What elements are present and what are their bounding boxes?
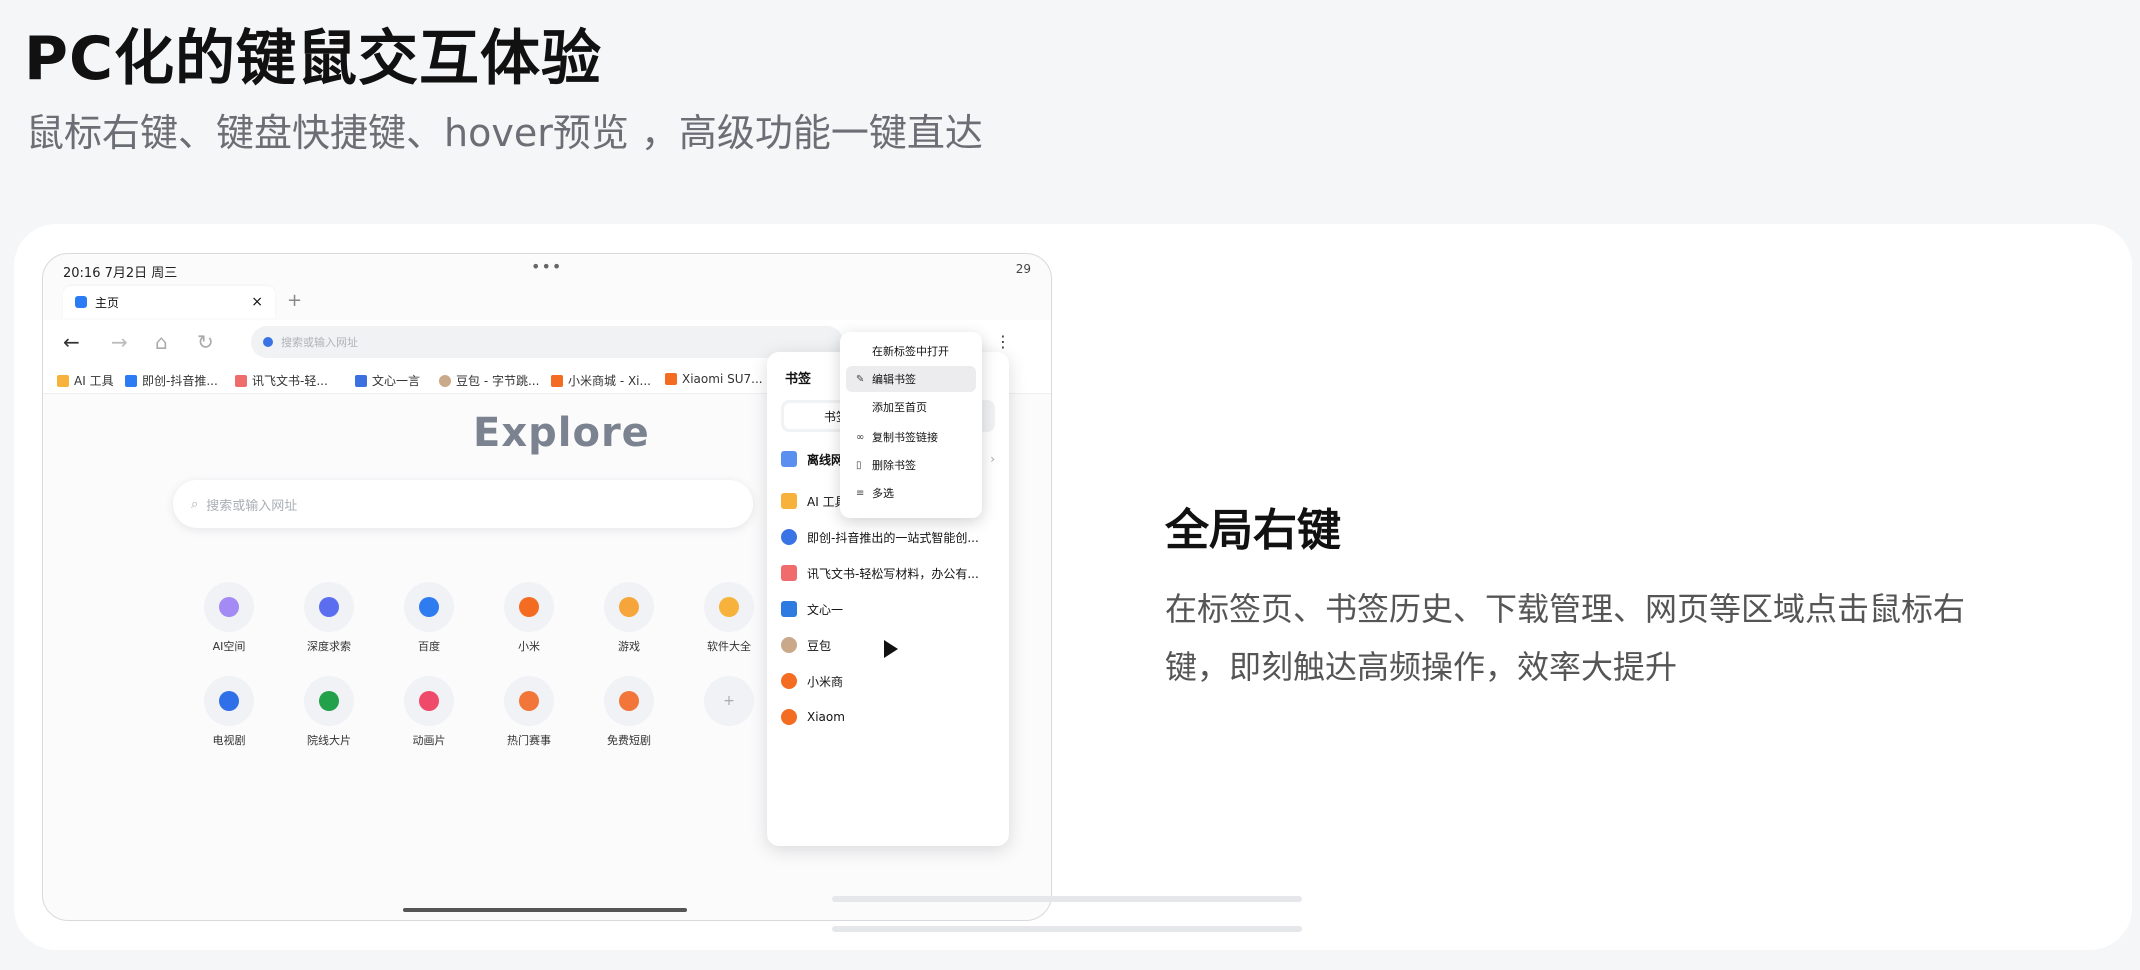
app-shortcut[interactable]: 小米: [489, 582, 569, 654]
forward-icon[interactable]: →: [111, 330, 128, 354]
search-engine-icon: [263, 337, 273, 347]
xiaomi-icon: [781, 673, 797, 689]
site-icon: [355, 374, 367, 387]
bookmark-bar-item[interactable]: 文心一言: [355, 372, 420, 389]
bookmark-bar-item[interactable]: 即创-抖音推...: [125, 372, 218, 389]
back-icon[interactable]: ←: [63, 330, 80, 354]
list-item[interactable]: Xiaom: [781, 702, 995, 732]
baidu-icon: [419, 597, 439, 617]
mouse-cursor-icon: [884, 640, 898, 658]
feature-description: 在标签页、书签历史、下载管理、网页等区域点击鼠标右键，即刻触达高频操作，效率大提…: [1165, 590, 1966, 686]
new-tab-icon[interactable]: +: [287, 290, 302, 311]
app-shortcut[interactable]: 软件大全: [689, 582, 769, 654]
bookmark-bar-item[interactable]: 讯飞文书-轻...: [235, 372, 328, 389]
list-item[interactable]: 文心一: [781, 594, 995, 624]
search-input[interactable]: ⌕ 搜索或输入网址: [173, 480, 753, 528]
site-icon: [781, 601, 797, 617]
explore-logo: Explore: [473, 410, 650, 456]
plus-icon: +: [723, 693, 735, 709]
avatar-icon: [439, 374, 451, 387]
folder-icon: [781, 451, 797, 467]
list-icon: ≡: [856, 487, 865, 499]
ai-space-icon: [219, 597, 239, 617]
tab-home[interactable]: 主页 ×: [63, 286, 275, 318]
more-dots-icon[interactable]: •••: [531, 257, 562, 276]
address-bar[interactable]: 搜索或输入网址: [251, 326, 843, 358]
site-icon: [235, 374, 247, 387]
tab-label: 主页: [95, 295, 120, 310]
list-item[interactable]: 讯飞文书-轻松写材料，办公有...: [781, 558, 995, 588]
xiaomi-icon: [519, 597, 539, 617]
tv-series-icon: [219, 691, 239, 711]
app-shortcut[interactable]: 院线大片: [289, 676, 369, 748]
list-item[interactable]: 小米商: [781, 666, 995, 696]
deepseek-icon: [319, 597, 339, 617]
home-icon[interactable]: ⌂: [155, 330, 168, 354]
app-shortcut[interactable]: 深度求索: [289, 582, 369, 654]
search-icon: ⌕: [191, 496, 199, 512]
menu-item-multi-select[interactable]: ≡ 多选: [846, 480, 976, 506]
link-icon: ∞: [856, 431, 865, 443]
movie-icon: [319, 691, 339, 711]
battery-icon: 29: [1015, 262, 1031, 276]
site-icon: [125, 374, 137, 387]
menu-item-add-to-home[interactable]: 添加至首页: [846, 394, 976, 420]
app-shortcut[interactable]: 百度: [389, 582, 469, 654]
pencil-icon: ✎: [856, 373, 865, 385]
xiaomi-icon: [551, 374, 563, 387]
app-shortcut[interactable]: 热门赛事: [489, 676, 569, 748]
short-drama-icon: [619, 691, 639, 711]
trash-icon: ▯: [856, 459, 862, 471]
feature-title: 全局右键: [1165, 505, 1341, 556]
app-shortcut[interactable]: 免费短剧: [589, 676, 669, 748]
game-icon: [619, 597, 639, 617]
context-menu: 在新标签中打开 ✎ 编辑书签 添加至首页 ∞ 复制书签链接 ▯ 删除书签 ≡ 多选: [840, 332, 982, 518]
bookmark-bar-item[interactable]: 豆包 - 字节跳...: [439, 372, 539, 389]
home-indicator[interactable]: [403, 908, 687, 912]
menu-item-open-new-tab[interactable]: 在新标签中打开: [846, 338, 976, 364]
app-shortcut[interactable]: AI空间: [189, 582, 269, 654]
folder-icon: [781, 493, 797, 509]
list-item[interactable]: 即创-抖音推出的一站式智能创...: [781, 522, 995, 552]
add-shortcut-button[interactable]: +: [689, 676, 769, 732]
bookmark-bar-item[interactable]: Xiaomi SU7...: [665, 372, 763, 386]
app-shortcut[interactable]: 动画片: [389, 676, 469, 748]
cartoon-icon: [419, 691, 439, 711]
page-subtitle: 鼠标右键、键盘快捷键、hover预览 ，高级功能一键直达: [26, 111, 983, 155]
avatar-icon: [781, 637, 797, 653]
folder-icon: [57, 374, 69, 387]
bookmark-bar-item[interactable]: 小米商城 - Xi...: [551, 372, 651, 389]
site-icon: [781, 565, 797, 581]
tab-bar: 主页 × +: [43, 284, 1051, 320]
close-icon[interactable]: ×: [251, 294, 263, 310]
software-icon: [719, 597, 739, 617]
status-time: 20:16 7月2日 周三: [63, 266, 178, 281]
app-shortcut[interactable]: 电视剧: [189, 676, 269, 748]
refresh-icon[interactable]: ↻: [197, 330, 214, 354]
menu-icon[interactable]: ⋮: [995, 332, 1011, 351]
home-tab-icon: [75, 296, 87, 308]
page-title: PC化的键鼠交互体验: [24, 24, 603, 94]
status-bar: 20:16 7月2日 周三 ••• 29: [43, 254, 1051, 284]
search-placeholder: 搜索或输入网址: [206, 498, 298, 514]
menu-item-delete-bookmark[interactable]: ▯ 删除书签: [846, 452, 976, 478]
app-shortcut[interactable]: 游戏: [589, 582, 669, 654]
decorative-ghost: [832, 880, 1304, 940]
site-icon: [781, 529, 797, 545]
panel-title: 书签: [785, 372, 812, 387]
address-placeholder: 搜索或输入网址: [281, 336, 358, 349]
xiaomi-icon: [665, 373, 677, 385]
menu-item-copy-link[interactable]: ∞ 复制书签链接: [846, 424, 976, 450]
bookmark-bar-item[interactable]: AI 工具: [57, 372, 114, 389]
xiaomi-icon: [781, 709, 797, 725]
sports-icon: [519, 691, 539, 711]
menu-item-edit-bookmark[interactable]: ✎ 编辑书签: [846, 366, 976, 392]
chevron-right-icon: ›: [990, 452, 995, 466]
